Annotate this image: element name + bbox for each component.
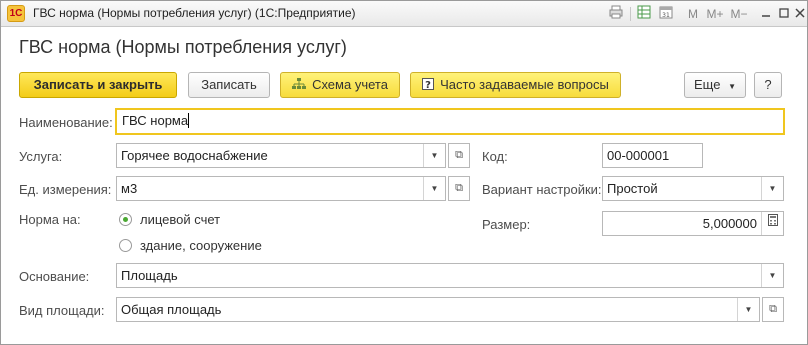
memory-minus-icon[interactable]: M− xyxy=(730,5,748,23)
text-cursor xyxy=(188,113,190,128)
service-open-icon[interactable]: ⧉ xyxy=(448,143,470,168)
size-label: Размер: xyxy=(482,217,531,232)
service-field[interactable]: Горячее водоснабжение ▼ xyxy=(116,143,446,168)
calculator-icon[interactable] xyxy=(761,212,783,235)
norm-option-building[interactable]: здание, сооружение xyxy=(140,238,262,253)
unit-value: м3 xyxy=(121,181,138,196)
norm-radio-account[interactable] xyxy=(119,213,132,226)
area-label: Вид площади: xyxy=(19,303,105,318)
memory-icon[interactable]: M xyxy=(684,5,702,23)
unit-field[interactable]: м3 ▼ xyxy=(116,176,446,201)
name-value: ГВС норма xyxy=(122,113,189,128)
variant-value: Простой xyxy=(607,181,658,196)
area-open-icon[interactable]: ⧉ xyxy=(762,297,784,322)
accounting-scheme-button[interactable]: Схема учета xyxy=(280,72,400,98)
memory-plus-icon[interactable]: M+ xyxy=(706,5,724,23)
name-label: Наименование: xyxy=(19,115,113,130)
page-title: ГВС норма (Нормы потребления услуг) xyxy=(19,37,347,57)
service-label: Услуга: xyxy=(19,149,63,164)
norm-label: Норма на: xyxy=(19,212,81,227)
save-button[interactable]: Записать xyxy=(188,72,270,98)
more-label: Еще xyxy=(694,77,721,92)
svg-text:?: ? xyxy=(425,80,431,90)
svg-text:31: 31 xyxy=(662,12,670,19)
basis-dropdown-icon[interactable]: ▼ xyxy=(761,264,783,287)
basis-value: Площадь xyxy=(121,268,178,283)
unit-dropdown-icon[interactable]: ▼ xyxy=(423,177,445,200)
code-field[interactable]: 00-000001 xyxy=(602,143,703,168)
size-value: 5,000000 xyxy=(702,216,757,231)
title-bar: 1С ГВС норма (Нормы потребления услуг) (… xyxy=(1,1,807,27)
help-button[interactable]: ? xyxy=(754,72,782,98)
question-icon: ? xyxy=(422,74,435,98)
variant-dropdown-icon[interactable]: ▼ xyxy=(761,177,783,200)
faq-button[interactable]: ? Часто задаваемые вопросы xyxy=(410,72,621,98)
norm-option-account[interactable]: лицевой счет xyxy=(140,212,220,227)
accounting-scheme-label: Схема учета xyxy=(312,77,388,92)
area-dropdown-icon[interactable]: ▼ xyxy=(737,298,759,321)
service-dropdown-icon[interactable]: ▼ xyxy=(423,144,445,167)
hierarchy-icon xyxy=(292,74,307,98)
close-icon[interactable] xyxy=(791,5,808,23)
size-field[interactable]: 5,000000 xyxy=(602,211,784,236)
variant-field[interactable]: Простой ▼ xyxy=(602,176,784,201)
name-input[interactable]: ГВС норма xyxy=(115,108,785,135)
unit-label: Ед. измерения: xyxy=(19,182,112,197)
print-icon[interactable] xyxy=(607,5,625,23)
area-value: Общая площадь xyxy=(121,302,222,317)
code-value: 00-000001 xyxy=(607,148,670,163)
app-logo[interactable]: 1С xyxy=(7,5,25,22)
basis-label: Основание: xyxy=(19,269,90,284)
save-and-close-button[interactable]: Записать и закрыть xyxy=(19,72,177,98)
norm-radio-building[interactable] xyxy=(119,239,132,252)
calendar-icon[interactable]: 31 xyxy=(657,5,675,23)
more-button[interactable]: Еще ▼ xyxy=(684,72,746,98)
code-label: Код: xyxy=(482,149,508,164)
form-window: 1С ГВС норма (Нормы потребления услуг) (… xyxy=(0,0,808,345)
chevron-down-icon: ▼ xyxy=(728,82,736,91)
faq-label: Часто задаваемые вопросы xyxy=(440,77,609,92)
minimize-icon[interactable] xyxy=(757,5,775,23)
table-icon[interactable] xyxy=(635,5,653,23)
area-field[interactable]: Общая площадь ▼ xyxy=(116,297,760,322)
basis-field[interactable]: Площадь ▼ xyxy=(116,263,784,288)
service-value: Горячее водоснабжение xyxy=(121,148,268,163)
toolbar-separator xyxy=(630,7,631,21)
window-title: ГВС норма (Нормы потребления услуг) (1С:… xyxy=(33,6,356,20)
variant-label: Вариант настройки: xyxy=(482,182,602,197)
unit-open-icon[interactable]: ⧉ xyxy=(448,176,470,201)
